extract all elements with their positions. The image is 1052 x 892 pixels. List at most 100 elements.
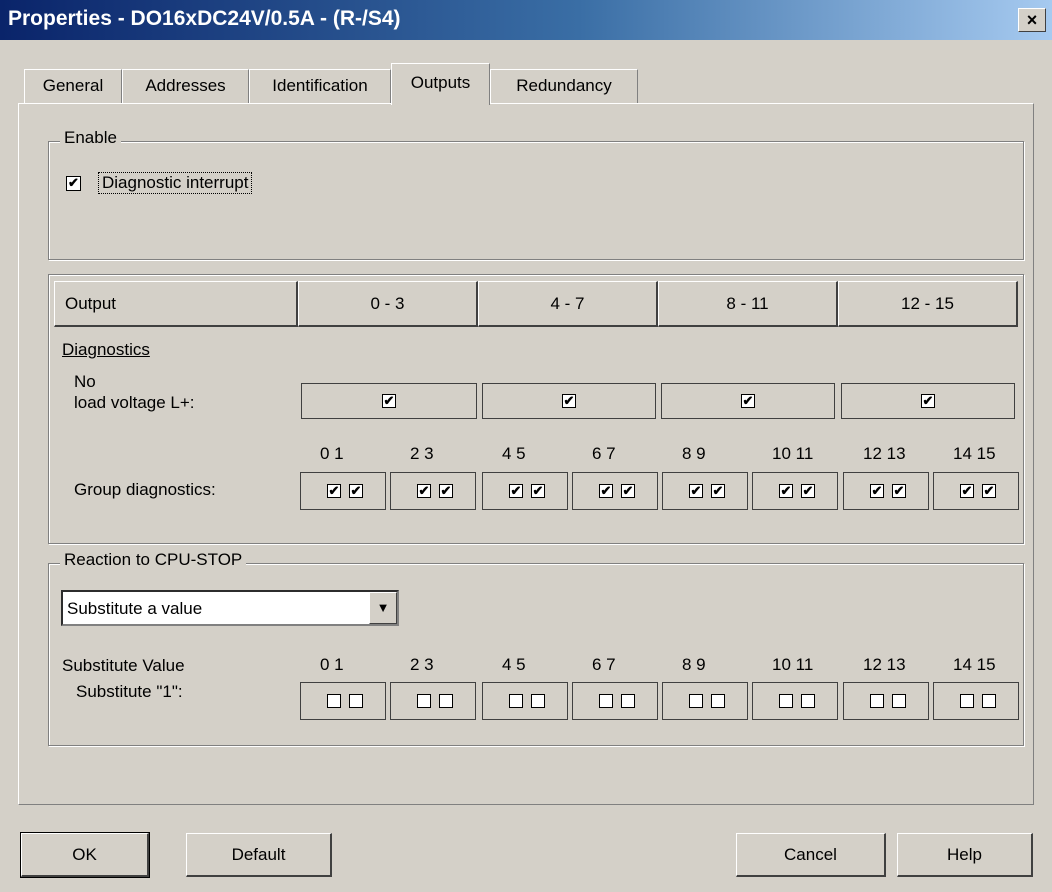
tab-outputs[interactable]: Outputs bbox=[391, 63, 490, 105]
substitute-checkbox[interactable] bbox=[327, 694, 341, 708]
group-diag-checkbox[interactable]: ✔ bbox=[711, 484, 725, 498]
group-diag-checkbox[interactable]: ✔ bbox=[531, 484, 545, 498]
substitute-bit-label: 10 11 bbox=[772, 655, 814, 674]
tab-addresses[interactable]: Addresses bbox=[122, 69, 249, 103]
substitute-checkbox[interactable] bbox=[870, 694, 884, 708]
substitute-pair-box bbox=[390, 682, 476, 720]
no-load-box: ✔ bbox=[301, 383, 477, 419]
group-diag-pair-box: ✔ ✔ bbox=[300, 472, 386, 510]
group-diag-checkbox[interactable]: ✔ bbox=[892, 484, 906, 498]
substitute-pair-box bbox=[843, 682, 929, 720]
no-load-box: ✔ bbox=[841, 383, 1015, 419]
chevron-down-icon[interactable]: ▼ bbox=[369, 592, 397, 624]
group-diag-bit-label: 14 15 bbox=[953, 444, 996, 463]
substitute-checkbox[interactable] bbox=[599, 694, 613, 708]
substitute-pair-box bbox=[933, 682, 1019, 720]
substitute-checkbox[interactable] bbox=[779, 694, 793, 708]
group-diag-bit-label: 2 3 bbox=[410, 444, 434, 463]
substitute-checkbox[interactable] bbox=[960, 694, 974, 708]
default-button[interactable]: Default bbox=[186, 833, 332, 877]
tab-label: Redundancy bbox=[516, 76, 612, 95]
tab-label: Outputs bbox=[410, 73, 471, 92]
cpu-stop-title-text: Reaction to CPU-STOP bbox=[64, 550, 243, 569]
no-load-box: ✔ bbox=[482, 383, 656, 419]
group-diag-checkbox[interactable]: ✔ bbox=[689, 484, 703, 498]
group-diag-checkbox[interactable]: ✔ bbox=[417, 484, 431, 498]
group-diag-pair-box: ✔ ✔ bbox=[752, 472, 838, 510]
no-load-checkbox-12-15[interactable]: ✔ bbox=[921, 394, 935, 408]
group-diag-pair-box: ✔ ✔ bbox=[662, 472, 748, 510]
close-icon: × bbox=[1026, 10, 1038, 30]
output-col-8-11: 8 - 11 bbox=[658, 281, 838, 327]
diagnostics-label: Diagnostics bbox=[62, 340, 150, 359]
substitute-bit-label: 2 3 bbox=[410, 655, 434, 674]
group-diagnostics-label: Group diagnostics: bbox=[74, 480, 216, 499]
substitute-checkbox[interactable] bbox=[509, 694, 523, 708]
substitute-bit-label: 6 7 bbox=[592, 655, 616, 674]
tab-label: General bbox=[42, 76, 104, 95]
group-diag-checkbox[interactable]: ✔ bbox=[960, 484, 974, 498]
cancel-button[interactable]: Cancel bbox=[736, 833, 886, 877]
substitute-bit-label: 12 13 bbox=[863, 655, 906, 674]
substitute-bit-label: 0 1 bbox=[320, 655, 344, 674]
title-bar: Properties - DO16xDC24V/0.5A - (R-/S4) × bbox=[0, 0, 1052, 40]
substitute-checkbox[interactable] bbox=[892, 694, 906, 708]
substitute-value-label: Substitute Value bbox=[62, 656, 185, 675]
substitute-checkbox[interactable] bbox=[689, 694, 703, 708]
group-diag-checkbox[interactable]: ✔ bbox=[509, 484, 523, 498]
group-diag-bit-label: 4 5 bbox=[502, 444, 526, 463]
tab-label: Identification bbox=[272, 76, 368, 95]
substitute-pair-box bbox=[752, 682, 838, 720]
substitute-checkbox[interactable] bbox=[711, 694, 725, 708]
group-diag-pair-box: ✔ ✔ bbox=[843, 472, 929, 510]
close-button[interactable]: × bbox=[1018, 8, 1046, 32]
diagnostic-interrupt-label: Diagnostic interrupt bbox=[98, 172, 253, 194]
substitute-checkbox[interactable] bbox=[531, 694, 545, 708]
output-col-4-7: 4 - 7 bbox=[478, 281, 658, 327]
no-load-checkbox-8-11[interactable]: ✔ bbox=[741, 394, 755, 408]
group-diag-bit-label: 8 9 bbox=[682, 444, 706, 463]
group-diag-pair-box: ✔ ✔ bbox=[390, 472, 476, 510]
tab-identification[interactable]: Identification bbox=[249, 69, 391, 103]
tab-label: Addresses bbox=[145, 76, 226, 95]
enable-group-title: Enable bbox=[60, 128, 121, 148]
group-diag-checkbox[interactable]: ✔ bbox=[599, 484, 613, 498]
diagnostic-interrupt-checkbox[interactable]: ✔ bbox=[66, 176, 81, 191]
cpu-stop-group-title: Reaction to CPU-STOP bbox=[60, 550, 247, 570]
group-diag-checkbox[interactable]: ✔ bbox=[870, 484, 884, 498]
help-button[interactable]: Help bbox=[897, 833, 1033, 877]
substitute-pair-box bbox=[662, 682, 748, 720]
group-diag-pair-box: ✔ ✔ bbox=[482, 472, 568, 510]
tab-general[interactable]: General bbox=[24, 69, 122, 103]
group-diag-checkbox[interactable]: ✔ bbox=[439, 484, 453, 498]
cpu-stop-reaction-select[interactable]: Substitute a value ▼ bbox=[61, 590, 399, 626]
group-diag-checkbox[interactable]: ✔ bbox=[349, 484, 363, 498]
group-diag-checkbox[interactable]: ✔ bbox=[801, 484, 815, 498]
substitute-pair-box bbox=[572, 682, 658, 720]
substitute-checkbox[interactable] bbox=[801, 694, 815, 708]
no-load-box: ✔ bbox=[661, 383, 835, 419]
substitute-checkbox[interactable] bbox=[439, 694, 453, 708]
group-diag-pair-box: ✔ ✔ bbox=[933, 472, 1019, 510]
group-diag-checkbox[interactable]: ✔ bbox=[982, 484, 996, 498]
ok-button[interactable]: OK bbox=[20, 832, 150, 878]
substitute-checkbox[interactable] bbox=[417, 694, 431, 708]
no-load-checkbox-0-3[interactable]: ✔ bbox=[382, 394, 396, 408]
no-load-label-line2: load voltage L+: bbox=[74, 393, 195, 412]
substitute-checkbox[interactable] bbox=[982, 694, 996, 708]
output-header: Output bbox=[54, 281, 298, 327]
group-diag-checkbox[interactable]: ✔ bbox=[779, 484, 793, 498]
group-diag-checkbox[interactable]: ✔ bbox=[621, 484, 635, 498]
dropdown-value: Substitute a value bbox=[67, 599, 203, 618]
no-load-checkbox-4-7[interactable]: ✔ bbox=[562, 394, 576, 408]
substitute-pair-box bbox=[300, 682, 386, 720]
substitute-checkbox[interactable] bbox=[349, 694, 363, 708]
no-load-label-line1: No bbox=[74, 372, 96, 391]
substitute-checkbox[interactable] bbox=[621, 694, 635, 708]
substitute-bit-label: 8 9 bbox=[682, 655, 706, 674]
tab-redundancy[interactable]: Redundancy bbox=[490, 69, 638, 103]
group-diag-checkbox[interactable]: ✔ bbox=[327, 484, 341, 498]
substitute-pair-box bbox=[482, 682, 568, 720]
substitute-bit-label: 4 5 bbox=[502, 655, 526, 674]
group-diag-bit-label: 12 13 bbox=[863, 444, 906, 463]
